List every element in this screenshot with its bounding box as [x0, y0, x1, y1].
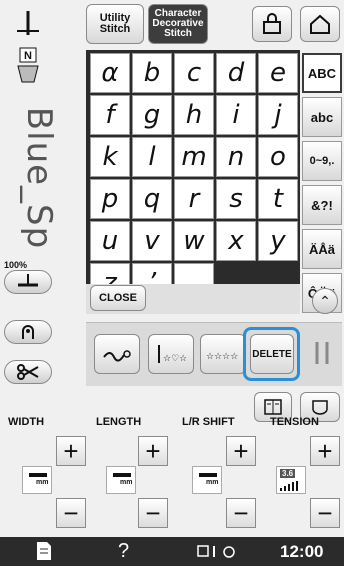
book-icon	[264, 399, 282, 415]
needle-up-down-button[interactable]	[4, 320, 52, 344]
key-21[interactable]: v	[132, 221, 172, 261]
length-increase-button[interactable]: +	[138, 436, 168, 466]
tension-increase-button[interactable]: +	[310, 436, 340, 466]
svg-text:☆☆☆☆: ☆☆☆☆	[206, 352, 238, 361]
tab-accented-a[interactable]: ÄÅä	[302, 229, 342, 269]
key-24[interactable]: y	[258, 221, 298, 261]
shift-display: mm	[192, 466, 222, 494]
presser-foot-n-icon: N	[14, 46, 42, 86]
thread-cutter-button[interactable]	[4, 360, 52, 384]
key-20[interactable]: u	[90, 221, 130, 261]
home-icon	[310, 14, 330, 34]
key-17[interactable]: r	[174, 179, 214, 219]
tension-decrease-button[interactable]: −	[310, 498, 340, 528]
help-button[interactable]: ?	[118, 540, 129, 563]
shift-label: L/R SHIFT	[182, 416, 235, 428]
settings-button[interactable]	[196, 543, 238, 561]
tab-uppercase[interactable]: ABC	[302, 53, 342, 93]
shift-unit: mm	[206, 479, 219, 486]
lock-button[interactable]	[252, 6, 292, 42]
tab-lowercase[interactable]: abc	[302, 97, 342, 137]
key-16[interactable]: q	[132, 179, 172, 219]
width-unit: mm	[36, 479, 49, 486]
utility-stitch-tab[interactable]: Utility Stitch	[86, 4, 144, 44]
delete-button[interactable]: DELETE	[250, 334, 294, 374]
key-11[interactable]: l	[132, 137, 172, 177]
preview-text: Blue_Sp	[19, 106, 59, 250]
thread-trim-button[interactable]	[94, 334, 140, 374]
width-label: WIDTH	[8, 416, 45, 428]
key-6[interactable]: g	[132, 95, 172, 135]
key-2[interactable]: c	[174, 53, 214, 93]
key-15[interactable]: p	[90, 179, 130, 219]
needle-mode-button[interactable]	[306, 334, 338, 374]
key-7[interactable]: h	[174, 95, 214, 135]
length-unit: mm	[120, 479, 133, 486]
length-label: LENGTH	[96, 416, 142, 428]
key-8[interactable]: i	[216, 95, 256, 135]
manual-button[interactable]	[36, 541, 58, 563]
key-5[interactable]: f	[90, 95, 130, 135]
scissors-icon	[17, 364, 39, 380]
home-button[interactable]	[300, 6, 340, 42]
lock-icon	[263, 13, 281, 34]
presser-foot-setting-button[interactable]	[4, 4, 52, 44]
width-decrease-button[interactable]: −	[56, 498, 86, 528]
spacing-icon: ☆♡☆	[158, 345, 186, 364]
length-display: mm	[106, 466, 136, 494]
clock: 12:00	[280, 542, 324, 561]
presser-foot-icon	[18, 274, 38, 287]
pattern-preview: Blue_Sp	[6, 90, 84, 260]
key-13[interactable]: n	[216, 137, 256, 177]
needle-up-down-icon	[22, 325, 34, 339]
spacing-button[interactable]: ☆♡☆	[148, 334, 194, 374]
foot-position-button[interactable]	[4, 270, 52, 294]
key-14[interactable]: o	[258, 137, 298, 177]
size-stars-icon: ☆☆☆☆	[206, 352, 238, 361]
key-4[interactable]: e	[258, 53, 298, 93]
pocket-icon	[312, 400, 328, 415]
key-23[interactable]: x	[216, 221, 256, 261]
key-1[interactable]: b	[132, 53, 172, 93]
key-9[interactable]: j	[258, 95, 298, 135]
tab-symbols[interactable]: &?!	[302, 185, 342, 225]
document-icon	[37, 542, 51, 560]
width-display: mm	[22, 466, 52, 494]
key-19[interactable]: t	[258, 179, 298, 219]
tension-value: 3.6	[280, 469, 296, 478]
key-0[interactable]: α	[90, 53, 130, 93]
shift-decrease-button[interactable]: −	[226, 498, 256, 528]
character-decorative-tab[interactable]: Character Decorative Stitch	[148, 4, 208, 44]
thread-trim-icon	[103, 350, 131, 362]
tension-label: TENSION	[270, 416, 319, 428]
key-18[interactable]: s	[216, 179, 256, 219]
size-button[interactable]: ☆☆☆☆	[200, 334, 246, 374]
width-increase-button[interactable]: +	[56, 436, 86, 466]
shift-increase-button[interactable]: +	[226, 436, 256, 466]
tension-display: 3.6	[276, 466, 306, 494]
svg-text:☆♡☆: ☆♡☆	[163, 354, 186, 364]
twin-needle-icon	[315, 342, 329, 364]
settings-icon	[197, 545, 235, 558]
tension-bars-icon	[280, 481, 298, 491]
key-22[interactable]: w	[174, 221, 214, 261]
key-3[interactable]: d	[216, 53, 256, 93]
key-12[interactable]: m	[174, 137, 214, 177]
collapse-button[interactable]: ⌃	[312, 288, 338, 314]
zoom-level: 100%	[4, 260, 28, 270]
key-10[interactable]: k	[90, 137, 130, 177]
status-bar: ? 12:00	[0, 537, 344, 566]
svg-text:N: N	[24, 50, 32, 62]
length-decrease-button[interactable]: −	[138, 498, 168, 528]
close-button[interactable]: CLOSE	[90, 285, 146, 311]
needle-position-icon	[17, 11, 39, 35]
chevron-up-icon: ⌃	[319, 292, 331, 309]
tab-numbers[interactable]: 0~9,.	[302, 141, 342, 181]
